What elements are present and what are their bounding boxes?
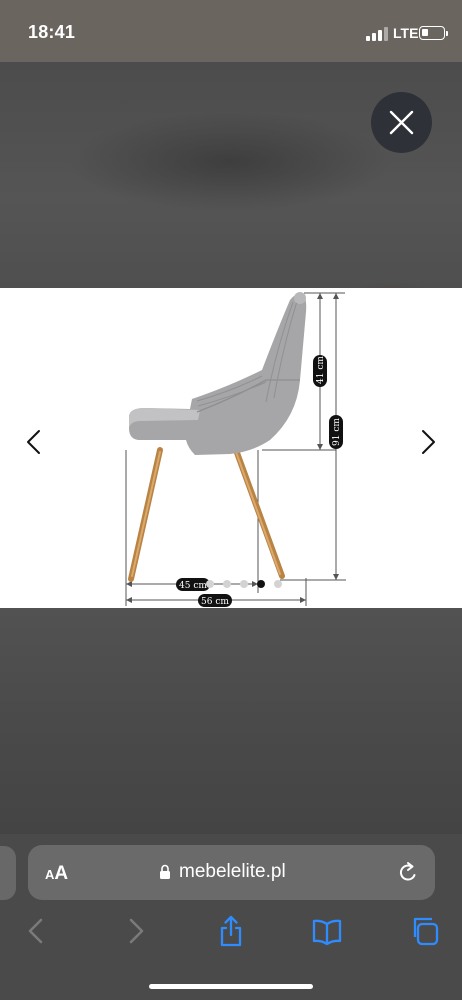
back-icon xyxy=(28,918,43,944)
bookmarks-button[interactable] xyxy=(311,915,343,947)
share-button[interactable] xyxy=(215,915,247,947)
gallery-image-panel[interactable]: 41 cm 91 cm 45 cm 56 cm xyxy=(0,288,462,608)
back-button[interactable] xyxy=(20,915,52,947)
close-icon xyxy=(389,110,414,135)
chevron-right-icon xyxy=(422,430,435,454)
chevron-left-icon xyxy=(27,430,40,454)
network-label: LTE xyxy=(393,25,419,41)
battery-cap xyxy=(446,31,448,36)
previous-tab-edge[interactable] xyxy=(0,846,16,900)
blurred-backdrop-bottom xyxy=(0,608,462,834)
previous-image-button[interactable] xyxy=(22,428,46,456)
url-text: mebelelite.pl xyxy=(179,861,286,882)
close-button[interactable] xyxy=(371,92,432,153)
pagination-dot[interactable] xyxy=(223,580,231,588)
address-bar[interactable]: AA mebelelite.pl xyxy=(28,845,435,900)
pagination-dot[interactable] xyxy=(274,580,282,588)
pagination-dot[interactable] xyxy=(240,580,248,588)
depth-label: 56 cm xyxy=(201,597,229,607)
pagination-dot[interactable] xyxy=(206,580,214,588)
battery-icon xyxy=(419,26,445,40)
reload-icon[interactable] xyxy=(397,861,419,885)
lock-icon xyxy=(160,864,170,879)
home-indicator xyxy=(149,984,313,989)
tabs-icon xyxy=(413,917,439,946)
share-icon xyxy=(220,915,242,947)
total-height-label: 91 cm xyxy=(332,418,342,446)
seat-width-label: 45 cm xyxy=(179,581,207,591)
status-time: 18:41 xyxy=(28,22,76,42)
backrest-height-label: 41 cm xyxy=(316,356,326,384)
forward-icon xyxy=(129,918,144,944)
text-size-button[interactable]: AA xyxy=(45,863,68,885)
tabs-button[interactable] xyxy=(408,915,440,947)
pagination-dot[interactable] xyxy=(257,580,265,588)
pagination-dots xyxy=(206,578,296,590)
status-bar: 18:41 LTE xyxy=(0,0,462,62)
forward-button[interactable] xyxy=(120,915,152,947)
screen: 18:41 LTE 41 cm 91 cm 45 cm 56 cm AA meb… xyxy=(0,0,462,1000)
next-image-button[interactable] xyxy=(416,428,440,456)
signal-icon xyxy=(366,27,388,41)
chair-dimension-image: 41 cm 91 cm 45 cm 56 cm xyxy=(125,292,346,607)
bookmarks-icon xyxy=(312,919,342,946)
